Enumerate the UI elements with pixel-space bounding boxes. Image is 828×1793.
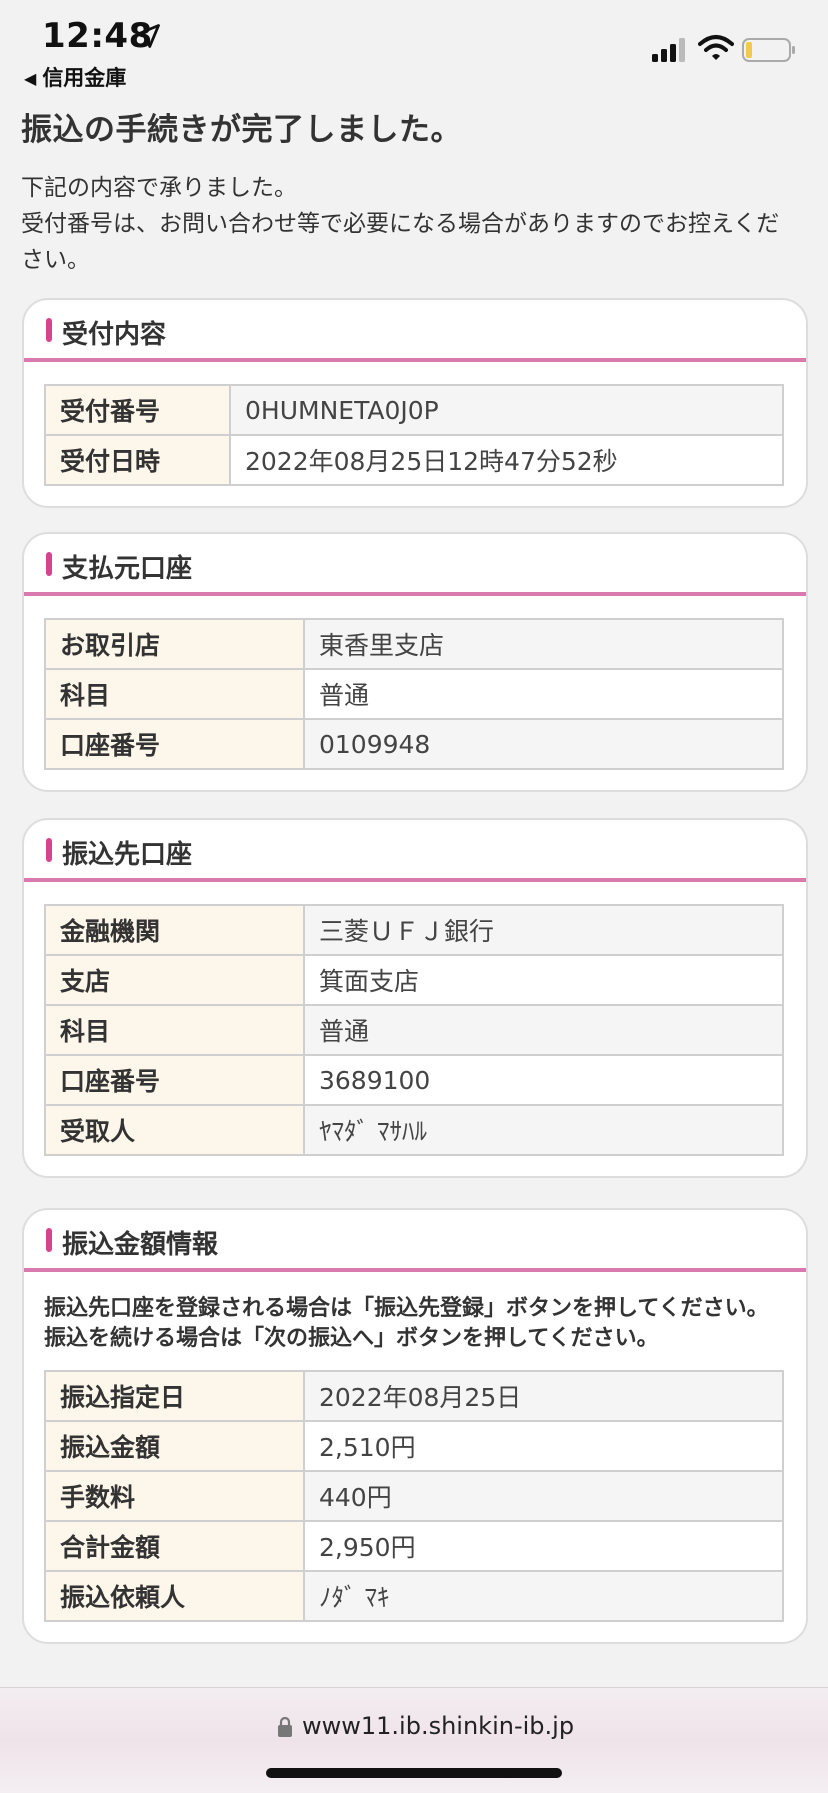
table-row: 科目 普通 [44,1004,784,1056]
amount-info-table: 振込指定日 2022年08月25日 振込金額 2,510円 手数料 440円 合… [44,1370,784,1622]
row-value: 2,510円 [303,1420,784,1472]
intro-line-2: 受付番号は、お問い合わせ等で必要になる場合がありますのでお控えください。 [21,211,780,273]
section-marker [46,318,52,342]
row-label: 支店 [44,954,305,1006]
row-value: 2022年08月25日12時47分52秒 [229,434,784,486]
row-value: 三菱ＵＦＪ銀行 [303,904,784,956]
note-line-1: 振込先口座を登録される場合は「振込先登録」ボタンを押してください。 [44,1296,769,1321]
table-row: 受付日時 2022年08月25日12時47分52秒 [44,434,784,486]
table-row: 振込金額 2,510円 [44,1420,784,1472]
card-title: 振込先口座 [62,840,193,870]
reception-card: 受付内容 受付番号 0HUMNETA0J0P 受付日時 2022年08月25日1… [22,298,808,508]
row-value: 2,950円 [303,1520,784,1572]
row-value: 普通 [303,668,784,720]
location-arrow-icon [136,24,160,48]
table-row: 振込指定日 2022年08月25日 [44,1370,784,1422]
table-row: 支店 箕面支店 [44,954,784,1006]
row-value: 東香里支店 [303,618,784,670]
card-header: 受付内容 [24,300,806,362]
row-label: 振込依頼人 [44,1570,305,1622]
row-label: 手数料 [44,1470,305,1522]
table-row: 口座番号 3689100 [44,1054,784,1106]
amount-info-card: 振込金額情報 振込先口座を登録される場合は「振込先登録」ボタンを押してください。… [22,1208,808,1644]
row-label: 受付番号 [44,384,231,436]
card-title: 受付内容 [62,320,167,350]
section-marker [46,838,52,862]
instruction-note: 振込先口座を登録される場合は「振込先登録」ボタンを押してください。 振込を続ける… [44,1294,786,1354]
card-header: 振込金額情報 [24,1210,806,1272]
browser-address-bar[interactable]: www11.ib.shinkin-ib.jp [0,1687,828,1793]
card-title: 振込金額情報 [62,1230,219,1260]
back-to-app-button[interactable]: ◀ 信用金庫 [24,62,126,92]
page-title: 振込の手続きが完了しました。 [21,112,462,148]
intro-line-1: 下記の内容で承りました。 [21,175,297,201]
table-row: 受取人 ﾔﾏﾀﾞ ﾏｻﾊﾙ [44,1104,784,1156]
reception-table: 受付番号 0HUMNETA0J0P 受付日時 2022年08月25日12時47分… [44,384,784,486]
battery-icon [742,38,795,62]
source-account-card: 支払元口座 お取引店 東香里支店 科目 普通 口座番号 0109948 [22,532,808,792]
row-value: 3689100 [303,1054,784,1106]
row-label: 受付日時 [44,434,231,486]
table-row: 振込依頼人 ﾉﾀﾞ ﾏｷ [44,1570,784,1622]
row-label: 合計金額 [44,1520,305,1572]
row-value: 0109948 [303,718,784,770]
row-value: ﾉﾀﾞ ﾏｷ [303,1570,784,1622]
home-indicator[interactable] [266,1768,562,1778]
table-row: 合計金額 2,950円 [44,1520,784,1572]
destination-account-table: 金融機関 三菱ＵＦＪ銀行 支店 箕面支店 科目 普通 口座番号 3689100 … [44,904,784,1156]
destination-account-card: 振込先口座 金融機関 三菱ＵＦＪ銀行 支店 箕面支店 科目 普通 口座番号 36… [22,818,808,1178]
row-label: 金融機関 [44,904,305,956]
row-label: 口座番号 [44,718,305,770]
lock-icon [278,1716,292,1737]
row-label: 振込指定日 [44,1370,305,1422]
intro-text: 下記の内容で承りました。 受付番号は、お問い合わせ等で必要になる場合がありますの… [21,170,801,278]
row-label: 振込金額 [44,1420,305,1472]
table-row: 受付番号 0HUMNETA0J0P [44,384,784,436]
row-value: 普通 [303,1004,784,1056]
row-value: ﾔﾏﾀﾞ ﾏｻﾊﾙ [303,1104,784,1156]
url-text[interactable]: www11.ib.shinkin-ib.jp [302,1712,574,1740]
table-row: 科目 普通 [44,668,784,720]
back-triangle-icon: ◀ [24,69,37,88]
row-value: 箕面支店 [303,954,784,1006]
row-value: 2022年08月25日 [303,1370,784,1422]
row-label: 科目 [44,1004,305,1056]
card-title: 支払元口座 [62,554,193,584]
table-row: 金融機関 三菱ＵＦＪ銀行 [44,904,784,956]
row-value: 0HUMNETA0J0P [229,384,784,436]
section-marker [46,1228,52,1252]
source-account-table: お取引店 東香里支店 科目 普通 口座番号 0109948 [44,618,784,770]
wifi-icon [698,35,734,60]
row-label: 口座番号 [44,1054,305,1106]
table-row: 口座番号 0109948 [44,718,784,770]
back-label: 信用金庫 [42,66,127,90]
note-line-2: 振込を続ける場合は「次の振込へ」ボタンを押してください。 [44,1326,659,1351]
status-bar: 12:48 ◀ 信用金庫 [0,0,828,110]
card-header: 支払元口座 [24,534,806,596]
table-row: 手数料 440円 [44,1470,784,1522]
row-value: 440円 [303,1470,784,1522]
row-label: お取引店 [44,618,305,670]
row-label: 受取人 [44,1104,305,1156]
table-row: お取引店 東香里支店 [44,618,784,670]
row-label: 科目 [44,668,305,720]
section-marker [46,552,52,576]
cellular-signal-icon [652,38,685,62]
card-header: 振込先口座 [24,820,806,882]
